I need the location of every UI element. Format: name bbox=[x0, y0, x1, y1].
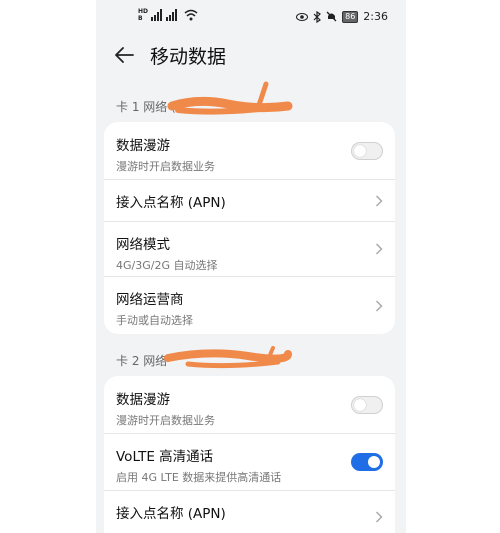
row-subtitle: 启用 4G LTE 数据来提供高清通话 bbox=[116, 471, 282, 484]
sim2-data-roaming-row[interactable]: 数据漫游 漫游时开启数据业务 bbox=[104, 376, 395, 434]
sim2-volte-toggle[interactable] bbox=[351, 453, 383, 471]
row-title: 网络模式 bbox=[116, 237, 170, 253]
wifi-icon bbox=[184, 9, 198, 21]
sim1-settings-card: 数据漫游 漫游时开启数据业务 接入点名称 (APN) 网络模式 4G/3G/2G… bbox=[104, 122, 395, 334]
sim1-data-roaming-row[interactable]: 数据漫游 漫游时开启数据业务 bbox=[104, 122, 395, 180]
sim-tag-2: B bbox=[138, 15, 143, 22]
back-button[interactable] bbox=[114, 44, 136, 66]
row-title: 数据漫游 bbox=[116, 392, 170, 408]
row-subtitle: 手动或自动选择 bbox=[116, 314, 193, 327]
arrow-left-icon bbox=[115, 47, 134, 63]
sim1-apn-row[interactable]: 接入点名称 (APN) bbox=[104, 180, 395, 222]
app-header: 移动数据 bbox=[114, 40, 226, 70]
chevron-right-icon bbox=[375, 243, 383, 255]
chevron-right-icon bbox=[375, 511, 383, 523]
row-title: 接入点名称 (APN) bbox=[116, 506, 226, 522]
toggle-knob bbox=[354, 398, 366, 411]
chevron-right-icon bbox=[375, 194, 383, 207]
sim2-settings-card: 数据漫游 漫游时开启数据业务 VoLTE 高清通话 启用 4G LTE 数据来提… bbox=[104, 376, 395, 533]
redaction-scribble-2 bbox=[164, 346, 292, 369]
page-title: 移动数据 bbox=[150, 45, 227, 68]
sim1-carrier-row[interactable]: 网络运营商 手动或自动选择 bbox=[104, 277, 395, 334]
status-bar: HD B 86 2:36 bbox=[96, 6, 406, 30]
sim1-network-mode-row[interactable]: 网络模式 4G/3G/2G 自动选择 bbox=[104, 222, 395, 277]
eye-icon bbox=[296, 12, 309, 21]
sim1-data-roaming-toggle[interactable] bbox=[351, 141, 383, 160]
row-subtitle: 漫游时开启数据业务 bbox=[116, 414, 215, 427]
sim2-data-roaming-toggle[interactable] bbox=[351, 395, 383, 414]
row-subtitle: 漫游时开启数据业务 bbox=[116, 160, 215, 173]
toggle-knob bbox=[368, 456, 380, 468]
toggle-knob bbox=[354, 144, 366, 157]
status-right: 86 2:36 bbox=[296, 10, 388, 23]
row-title: 接入点名称 (APN) bbox=[116, 195, 226, 211]
redaction-scribble-1 bbox=[167, 81, 293, 115]
row-subtitle: 4G/3G/2G 自动选择 bbox=[116, 259, 218, 272]
mute-icon bbox=[326, 11, 337, 22]
phone-screen: HD B 86 2:36 移动数据 卡 1 网络 (+ 数据漫游 漫游时开启数据… bbox=[96, 0, 406, 533]
chevron-right-icon bbox=[375, 299, 383, 312]
status-left: HD B bbox=[138, 8, 198, 22]
battery-icon: 86 bbox=[342, 10, 359, 23]
sim2-volte-row[interactable]: VoLTE 高清通话 启用 4G LTE 数据来提供高清通话 bbox=[104, 434, 395, 491]
row-title: 网络运营商 bbox=[116, 292, 184, 308]
sim2-apn-row[interactable]: 接入点名称 (APN) bbox=[104, 491, 395, 533]
sim-hd-tag: HD B bbox=[138, 8, 148, 22]
sim-tag-1: HD bbox=[138, 8, 149, 15]
clock: 2:36 bbox=[363, 10, 388, 23]
bluetooth-icon bbox=[313, 10, 322, 23]
row-title: 数据漫游 bbox=[116, 138, 170, 154]
row-title: VoLTE 高清通话 bbox=[116, 449, 214, 465]
signal-icon bbox=[151, 9, 178, 21]
